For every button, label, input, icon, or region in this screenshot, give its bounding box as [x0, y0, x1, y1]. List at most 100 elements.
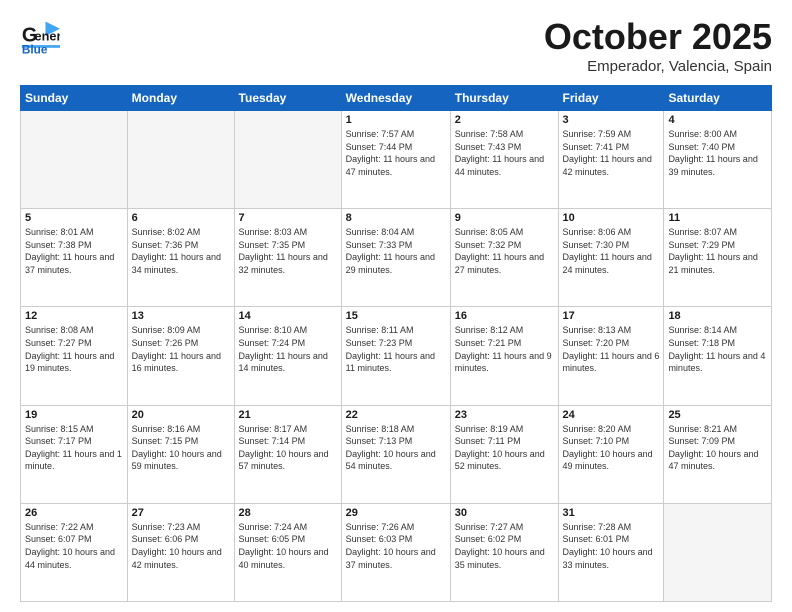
day-number: 19: [25, 409, 123, 421]
day-number: 25: [668, 409, 767, 421]
day-info: Sunrise: 8:01 AMSunset: 7:38 PMDaylight:…: [25, 226, 123, 276]
table-row: 31 Sunrise: 7:28 AMSunset: 6:01 PMDayligh…: [558, 503, 664, 601]
day-info: Sunrise: 7:22 AMSunset: 6:07 PMDaylight:…: [25, 521, 123, 571]
table-row: 13 Sunrise: 8:09 AMSunset: 7:26 PMDayligh…: [127, 307, 234, 405]
month-title: October 2025: [544, 16, 772, 58]
day-number: 17: [563, 310, 660, 322]
table-row: 18 Sunrise: 8:14 AMSunset: 7:18 PMDayligh…: [664, 307, 772, 405]
day-number: 18: [668, 310, 767, 322]
calendar-week-row: 19 Sunrise: 8:15 AMSunset: 7:17 PMDayligh…: [21, 405, 772, 503]
day-info: Sunrise: 8:00 AMSunset: 7:40 PMDaylight:…: [668, 128, 767, 178]
svg-text:Blue: Blue: [22, 42, 48, 56]
day-info: Sunrise: 8:15 AMSunset: 7:17 PMDaylight:…: [25, 423, 123, 473]
table-row: 29 Sunrise: 7:26 AMSunset: 6:03 PMDayligh…: [341, 503, 450, 601]
calendar-week-row: 5Sunrise: 8:01 AMSunset: 7:38 PMDaylight…: [21, 209, 772, 307]
day-info: Sunrise: 8:06 AMSunset: 7:30 PMDaylight:…: [563, 226, 660, 276]
day-number: 9: [455, 212, 554, 224]
table-row: 23 Sunrise: 8:19 AMSunset: 7:11 PMDayligh…: [450, 405, 558, 503]
calendar-week-row: 1 Sunrise: 7:57 AMSunset: 7:44 PMDaylight…: [21, 111, 772, 209]
table-row: 11 Sunrise: 8:07 AMSunset: 7:29 PMDayligh…: [664, 209, 772, 307]
day-info: Sunrise: 8:03 AMSunset: 7:35 PMDaylight:…: [239, 226, 337, 276]
col-tuesday: Tuesday: [234, 86, 341, 111]
day-info: Sunrise: 8:21 AMSunset: 7:09 PMDaylight:…: [668, 423, 767, 473]
day-info: Sunrise: 7:58 AMSunset: 7:43 PMDaylight:…: [455, 128, 554, 178]
day-number: 26: [25, 507, 123, 519]
table-row: 16Sunrise: 8:12 AMSunset: 7:21 PMDayligh…: [450, 307, 558, 405]
page: G eneral Blue October 2025 Emperador, Va…: [0, 0, 792, 612]
table-row: 4 Sunrise: 8:00 AMSunset: 7:40 PMDaylight…: [664, 111, 772, 209]
day-info: Sunrise: 8:02 AMSunset: 7:36 PMDaylight:…: [132, 226, 230, 276]
table-row: 28 Sunrise: 7:24 AMSunset: 6:05 PMDayligh…: [234, 503, 341, 601]
day-info: Sunrise: 8:08 AMSunset: 7:27 PMDaylight:…: [25, 324, 123, 374]
day-info: Sunrise: 8:09 AMSunset: 7:26 PMDaylight:…: [132, 324, 230, 374]
day-info: Sunrise: 8:11 AMSunset: 7:23 PMDaylight:…: [346, 324, 446, 374]
table-row: 12Sunrise: 8:08 AMSunset: 7:27 PMDayligh…: [21, 307, 128, 405]
col-sunday: Sunday: [21, 86, 128, 111]
day-number: 7: [239, 212, 337, 224]
col-thursday: Thursday: [450, 86, 558, 111]
day-number: 29: [346, 507, 446, 519]
day-number: 20: [132, 409, 230, 421]
day-info: Sunrise: 8:19 AMSunset: 7:11 PMDaylight:…: [455, 423, 554, 473]
day-info: Sunrise: 8:10 AMSunset: 7:24 PMDaylight:…: [239, 324, 337, 374]
day-info: Sunrise: 7:59 AMSunset: 7:41 PMDaylight:…: [563, 128, 660, 178]
calendar-table: Sunday Monday Tuesday Wednesday Thursday…: [20, 85, 772, 602]
table-row: 26 Sunrise: 7:22 AMSunset: 6:07 PMDayligh…: [21, 503, 128, 601]
day-info: Sunrise: 8:05 AMSunset: 7:32 PMDaylight:…: [455, 226, 554, 276]
table-row: 15Sunrise: 8:11 AMSunset: 7:23 PMDayligh…: [341, 307, 450, 405]
day-info: Sunrise: 8:14 AMSunset: 7:18 PMDaylight:…: [668, 324, 767, 374]
location: Emperador, Valencia, Spain: [544, 58, 772, 75]
logo-icon: G eneral Blue: [20, 16, 60, 61]
day-info: Sunrise: 8:18 AMSunset: 7:13 PMDaylight:…: [346, 423, 446, 473]
table-row: 14 Sunrise: 8:10 AMSunset: 7:24 PMDayligh…: [234, 307, 341, 405]
day-info: Sunrise: 7:57 AMSunset: 7:44 PMDaylight:…: [346, 128, 446, 178]
day-info: Sunrise: 8:17 AMSunset: 7:14 PMDaylight:…: [239, 423, 337, 473]
day-info: Sunrise: 7:26 AMSunset: 6:03 PMDaylight:…: [346, 521, 446, 571]
day-info: Sunrise: 8:07 AMSunset: 7:29 PMDaylight:…: [668, 226, 767, 276]
col-saturday: Saturday: [664, 86, 772, 111]
day-info: Sunrise: 7:28 AMSunset: 6:01 PMDaylight:…: [563, 521, 660, 571]
day-info: Sunrise: 8:20 AMSunset: 7:10 PMDaylight:…: [563, 423, 660, 473]
day-info: Sunrise: 7:23 AMSunset: 6:06 PMDaylight:…: [132, 521, 230, 571]
table-row: 6Sunrise: 8:02 AMSunset: 7:36 PMDaylight…: [127, 209, 234, 307]
calendar-week-row: 12Sunrise: 8:08 AMSunset: 7:27 PMDayligh…: [21, 307, 772, 405]
table-row: 27 Sunrise: 7:23 AMSunset: 6:06 PMDayligh…: [127, 503, 234, 601]
table-row: [21, 111, 128, 209]
day-info: Sunrise: 7:24 AMSunset: 6:05 PMDaylight:…: [239, 521, 337, 571]
table-row: 25 Sunrise: 8:21 AMSunset: 7:09 PMDayligh…: [664, 405, 772, 503]
day-number: 22: [346, 409, 446, 421]
col-wednesday: Wednesday: [341, 86, 450, 111]
day-info: Sunrise: 8:13 AMSunset: 7:20 PMDaylight:…: [563, 324, 660, 374]
day-number: 21: [239, 409, 337, 421]
day-number: 27: [132, 507, 230, 519]
day-number: 1: [346, 114, 446, 126]
title-block: October 2025 Emperador, Valencia, Spain: [544, 16, 772, 75]
calendar-header-row: Sunday Monday Tuesday Wednesday Thursday…: [21, 86, 772, 111]
table-row: 9 Sunrise: 8:05 AMSunset: 7:32 PMDaylight…: [450, 209, 558, 307]
day-number: 23: [455, 409, 554, 421]
day-number: 31: [563, 507, 660, 519]
table-row: 20 Sunrise: 8:16 AMSunset: 7:15 PMDayligh…: [127, 405, 234, 503]
table-row: [127, 111, 234, 209]
table-row: 8Sunrise: 8:04 AMSunset: 7:33 PMDaylight…: [341, 209, 450, 307]
day-number: 4: [668, 114, 767, 126]
logo: G eneral Blue: [20, 16, 64, 61]
table-row: 5Sunrise: 8:01 AMSunset: 7:38 PMDaylight…: [21, 209, 128, 307]
day-number: 16: [455, 310, 554, 322]
table-row: [664, 503, 772, 601]
day-number: 8: [346, 212, 446, 224]
day-number: 10: [563, 212, 660, 224]
day-number: 11: [668, 212, 767, 224]
header: G eneral Blue October 2025 Emperador, Va…: [20, 16, 772, 75]
col-friday: Friday: [558, 86, 664, 111]
table-row: 7 Sunrise: 8:03 AMSunset: 7:35 PMDaylight…: [234, 209, 341, 307]
day-number: 14: [239, 310, 337, 322]
table-row: 19 Sunrise: 8:15 AMSunset: 7:17 PMDayligh…: [21, 405, 128, 503]
table-row: [234, 111, 341, 209]
day-number: 13: [132, 310, 230, 322]
svg-text:eneral: eneral: [35, 29, 60, 44]
day-number: 2: [455, 114, 554, 126]
table-row: 22 Sunrise: 8:18 AMSunset: 7:13 PMDayligh…: [341, 405, 450, 503]
day-info: Sunrise: 8:16 AMSunset: 7:15 PMDaylight:…: [132, 423, 230, 473]
day-number: 28: [239, 507, 337, 519]
